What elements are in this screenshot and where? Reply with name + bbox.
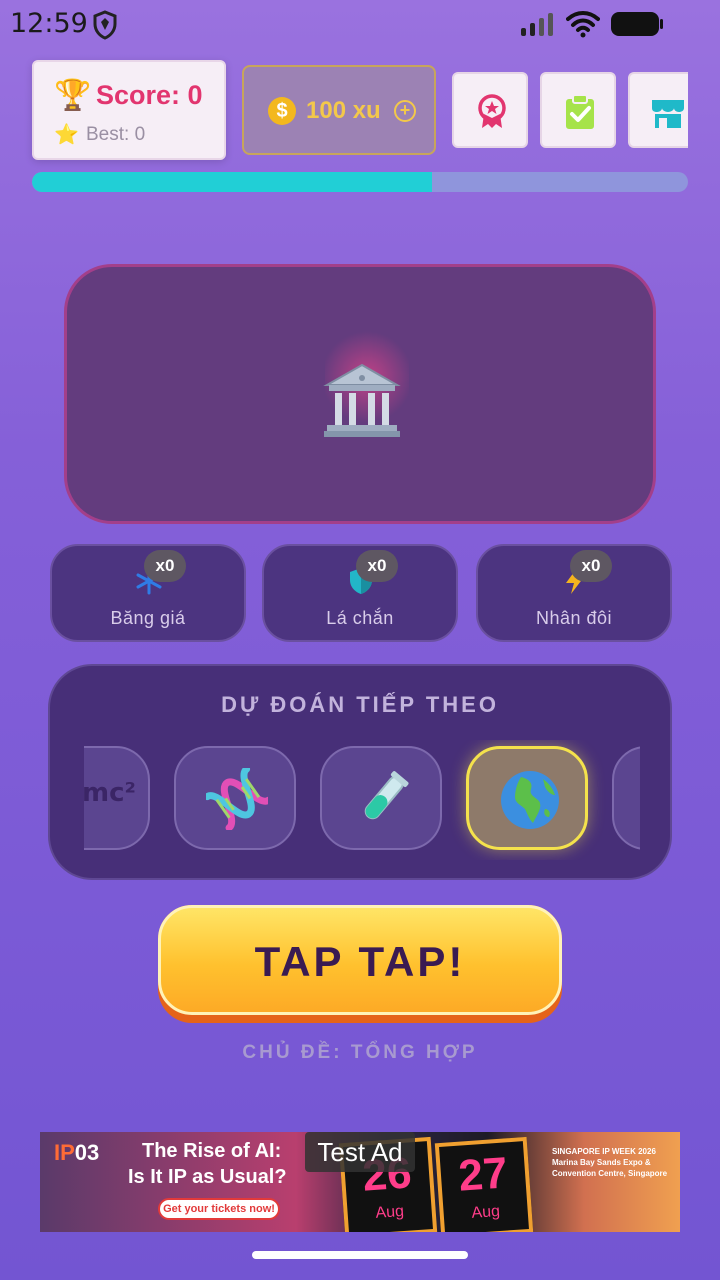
shop-button[interactable]	[628, 72, 688, 148]
powerup-label: Băng giá	[110, 608, 186, 628]
best-score-label: Best: 0	[86, 124, 146, 145]
status-time: 12:59	[10, 8, 88, 39]
score-label: Score: 0	[96, 80, 203, 110]
ad-headline-1: The Rise of AI:	[142, 1140, 282, 1162]
tap-button[interactable]: TAP TAP!	[158, 905, 562, 1023]
powerup-label: Lá chắn	[326, 608, 394, 628]
coin-balance-label: 100 xu	[306, 97, 381, 124]
clipboard-check-icon	[566, 94, 594, 129]
prediction-tile-test-tube[interactable]	[320, 746, 442, 850]
ad-headline-2: Is It IP as Usual?	[128, 1166, 287, 1188]
ad-logo-suffix: 03	[74, 1140, 100, 1165]
test-tube-icon	[364, 771, 409, 820]
star-icon: ⭐	[54, 124, 79, 146]
powerup-label: Nhân đôi	[535, 608, 613, 628]
trophy-icon: 🏆	[54, 79, 92, 112]
add-coins-icon[interactable]: +	[394, 100, 416, 122]
score-card: 🏆 Score: 0 ⭐ Best: 0	[32, 60, 226, 160]
ad-info-text: SINGAPORE IP WEEK 2026 Marina Bay Sands …	[552, 1147, 668, 1178]
powerup-double-button[interactable]: x0 Nhân đôi	[476, 544, 672, 642]
powerup-count-badge: x0	[570, 550, 612, 582]
battery-icon	[611, 12, 663, 36]
achievements-button[interactable]	[452, 72, 528, 148]
ad-date-month: Aug	[470, 1202, 501, 1222]
test-ad-label: Test Ad	[305, 1132, 415, 1172]
powerup-shield-button[interactable]: x0 Lá chắn	[262, 544, 458, 642]
progress-bar	[32, 172, 688, 192]
topic-label: CHỦ ĐỀ: TỔNG HỢP	[242, 1042, 478, 1063]
progress-fill	[32, 172, 433, 192]
globe-icon	[501, 771, 559, 829]
ad-date-card: 27 Aug	[434, 1136, 534, 1232]
ad-banner[interactable]: IP03 The Rise of AI: Is It IP as Usual? …	[40, 1132, 680, 1232]
item-display[interactable]	[64, 264, 656, 524]
ad-logo: IP03	[54, 1140, 99, 1166]
ad-cta-button[interactable]: Get your tickets now!	[158, 1198, 280, 1220]
dna-icon	[206, 768, 268, 830]
coin-icon: $	[268, 97, 296, 125]
prediction-title: DỰ ĐOÁN TIẾP THEO	[221, 692, 499, 717]
store-icon	[652, 100, 684, 128]
medal-icon	[478, 94, 506, 128]
ad-date-number: 27	[456, 1148, 510, 1201]
tap-button-face: TAP TAP!	[158, 905, 562, 1015]
signal-icon	[521, 13, 553, 36]
prediction-tile-formula[interactable]: mc²	[84, 746, 150, 850]
status-bar: 12:59	[0, 0, 720, 50]
ad-logo-prefix: IP	[54, 1140, 75, 1165]
home-indicator[interactable]	[252, 1251, 468, 1259]
coin-balance-button[interactable]: $ 100 xu +	[242, 65, 436, 155]
prediction-tile-globe[interactable]	[466, 746, 588, 850]
ad-date-month: Aug	[374, 1202, 405, 1222]
prediction-tile-dna[interactable]	[174, 746, 296, 850]
shield-icon	[93, 10, 117, 40]
wifi-icon	[566, 11, 600, 38]
prediction-strip[interactable]: mc²	[84, 740, 640, 860]
prediction-panel: DỰ ĐOÁN TIẾP THEO mc²	[48, 664, 672, 880]
prediction-tile-next[interactable]	[612, 746, 640, 850]
powerup-count-badge: x0	[356, 550, 398, 582]
bank-building-icon	[323, 363, 401, 437]
formula-icon: mc²	[84, 778, 136, 808]
powerup-freeze-button[interactable]: x0 Băng giá	[50, 544, 246, 642]
powerup-count-badge: x0	[144, 550, 186, 582]
tasks-button[interactable]	[540, 72, 616, 148]
tap-button-label: TAP TAP!	[254, 938, 466, 985]
